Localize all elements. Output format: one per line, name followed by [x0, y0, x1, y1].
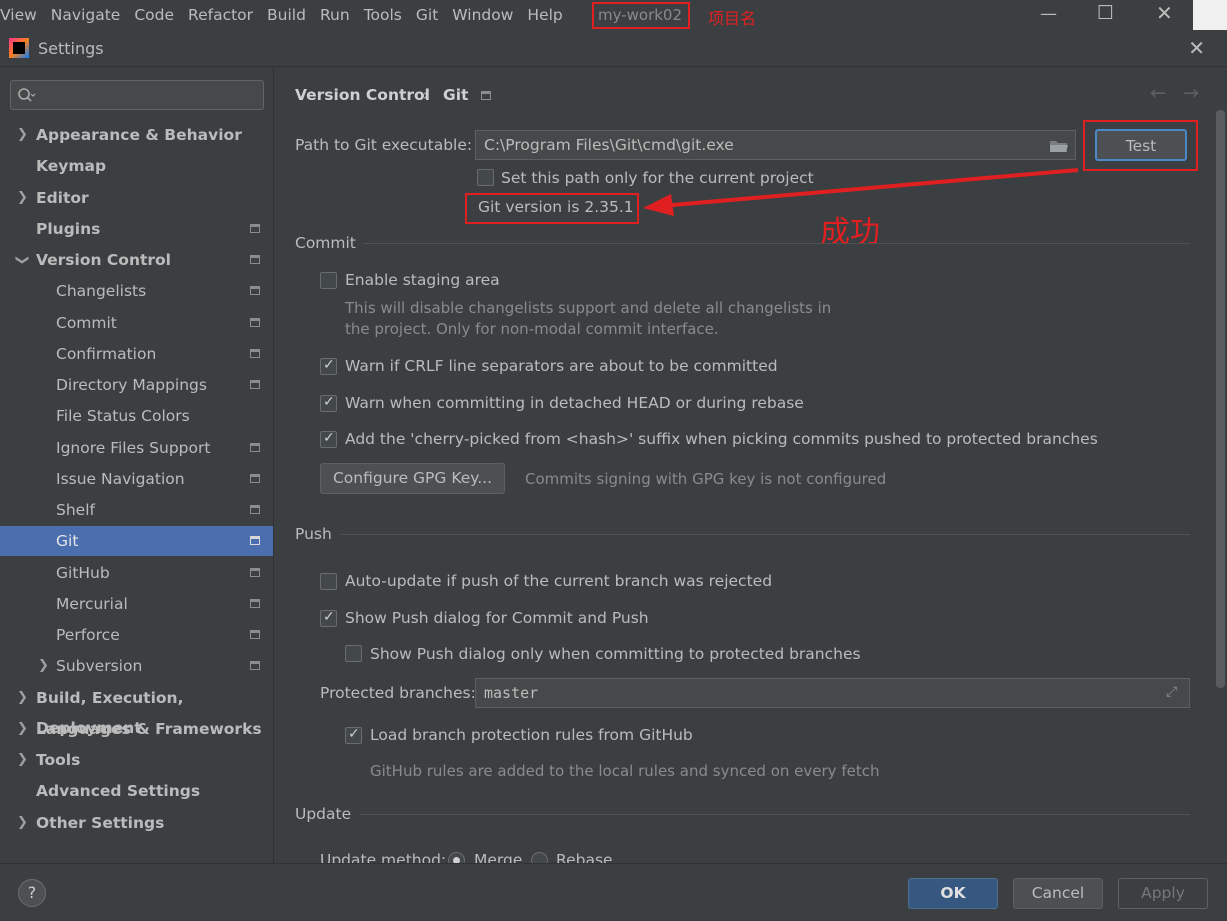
sidebar-item-shelf[interactable]: Shelf [0, 495, 273, 525]
sidebar-item-build[interactable]: ❯ Build, Execution, Deployment [0, 683, 273, 737]
maximize-icon[interactable]: ☐ [1097, 2, 1114, 24]
chevron-right-icon[interactable]: ❯ [17, 714, 28, 744]
sidebar-item-tools[interactable]: ❯ Tools [0, 745, 273, 775]
chevron-right-icon[interactable]: ❯ [17, 183, 28, 213]
sidebar-item-appearance[interactable]: ❯ Appearance & Behavior [0, 120, 273, 150]
rebase-radio[interactable] [531, 852, 548, 863]
project-settings-icon [250, 349, 260, 358]
project-settings-icon [250, 318, 260, 327]
project-settings-icon [250, 568, 260, 577]
sidebar-item-version-control[interactable]: ❯ Version Control [0, 245, 273, 275]
sidebar-item-commit[interactable]: Commit [0, 308, 273, 338]
rebase-label: Rebase [556, 851, 613, 863]
menu-view[interactable]: View [0, 6, 37, 24]
project-name: my-work02 [592, 2, 690, 29]
project-settings-icon [250, 661, 260, 670]
sidebar-item-ignore-files[interactable]: Ignore Files Support [0, 433, 273, 463]
search-icon [18, 88, 36, 102]
sidebar-item-other[interactable]: ❯ Other Settings [0, 808, 273, 838]
menu-window[interactable]: Window [452, 6, 513, 24]
sidebar-item-subversion[interactable]: ❯ Subversion [0, 651, 273, 681]
intellij-icon [9, 38, 29, 58]
project-settings-icon [250, 286, 260, 295]
sidebar-item-languages[interactable]: ❯ Languages & Frameworks [0, 714, 273, 744]
chevron-right-icon[interactable]: ❯ [17, 683, 28, 713]
dialog-footer: ? OK Cancel Apply [0, 863, 1227, 921]
dialog-titlebar: Settings ✕ [0, 30, 1227, 67]
project-settings-icon [250, 599, 260, 608]
sidebar-item-perforce[interactable]: Perforce [0, 620, 273, 650]
clip-region: Update method: Merge Rebase [275, 67, 1227, 863]
project-settings-icon [250, 505, 260, 514]
merge-label: Merge [474, 851, 523, 863]
sidebar-item-github[interactable]: GitHub [0, 558, 273, 588]
chevron-right-icon[interactable]: ❯ [17, 745, 28, 775]
minimize-icon[interactable]: — [1040, 4, 1057, 24]
dialog-close-icon[interactable]: ✕ [1188, 36, 1205, 60]
menu-help[interactable]: Help [527, 6, 562, 24]
content-scrollbar[interactable] [1216, 110, 1225, 688]
sidebar-item-advanced[interactable]: Advanced Settings [0, 776, 273, 806]
sidebar-item-file-status-colors[interactable]: File Status Colors [0, 401, 273, 431]
menu-git[interactable]: Git [416, 6, 438, 24]
dialog-title: Settings [38, 39, 104, 58]
chevron-right-icon[interactable]: ❯ [17, 120, 28, 150]
sidebar-item-mercurial[interactable]: Mercurial [0, 589, 273, 619]
project-settings-icon [250, 224, 260, 233]
chevron-right-icon[interactable]: ❯ [38, 651, 49, 681]
project-settings-icon [250, 536, 260, 545]
cancel-button[interactable]: Cancel [1013, 878, 1103, 909]
ok-button[interactable]: OK [908, 878, 998, 909]
menu-navigate[interactable]: Navigate [51, 6, 121, 24]
sidebar-item-issue-navigation[interactable]: Issue Navigation [0, 464, 273, 494]
menu-run[interactable]: Run [320, 6, 350, 24]
sidebar-item-changelists[interactable]: Changelists [0, 276, 273, 306]
settings-sidebar: ❯ Appearance & Behavior Keymap ❯ Editor … [0, 67, 274, 863]
apply-button[interactable]: Apply [1118, 878, 1208, 909]
window-edge [1193, 0, 1227, 30]
window-close-icon[interactable]: ✕ [1156, 1, 1173, 25]
chevron-down-icon[interactable]: ❯ [6, 255, 36, 266]
project-settings-icon [250, 255, 260, 264]
menu-code[interactable]: Code [134, 6, 174, 24]
search-input[interactable] [10, 80, 264, 110]
sidebar-item-editor[interactable]: ❯ Editor [0, 183, 273, 213]
project-name-annotation: 项目名 [708, 9, 757, 28]
project-settings-icon [250, 474, 260, 483]
sidebar-item-plugins[interactable]: Plugins [0, 214, 273, 244]
menu-build[interactable]: Build [267, 6, 306, 24]
update-method-label: Update method: [320, 851, 447, 863]
project-settings-icon [250, 630, 260, 639]
menu-refactor[interactable]: Refactor [188, 6, 253, 24]
project-settings-icon [250, 443, 260, 452]
sidebar-item-confirmation[interactable]: Confirmation [0, 339, 273, 369]
merge-radio[interactable] [448, 852, 465, 863]
chevron-right-icon[interactable]: ❯ [17, 808, 28, 838]
menu-tools[interactable]: Tools [364, 6, 402, 24]
settings-content: Version Control › Git ← → Path to Git ex… [275, 67, 1227, 863]
sidebar-item-git[interactable]: Git [0, 526, 273, 556]
help-button[interactable]: ? [18, 879, 46, 907]
sidebar-item-directory-mappings[interactable]: Directory Mappings [0, 370, 273, 400]
sidebar-item-keymap[interactable]: Keymap [0, 151, 273, 181]
project-settings-icon [250, 380, 260, 389]
